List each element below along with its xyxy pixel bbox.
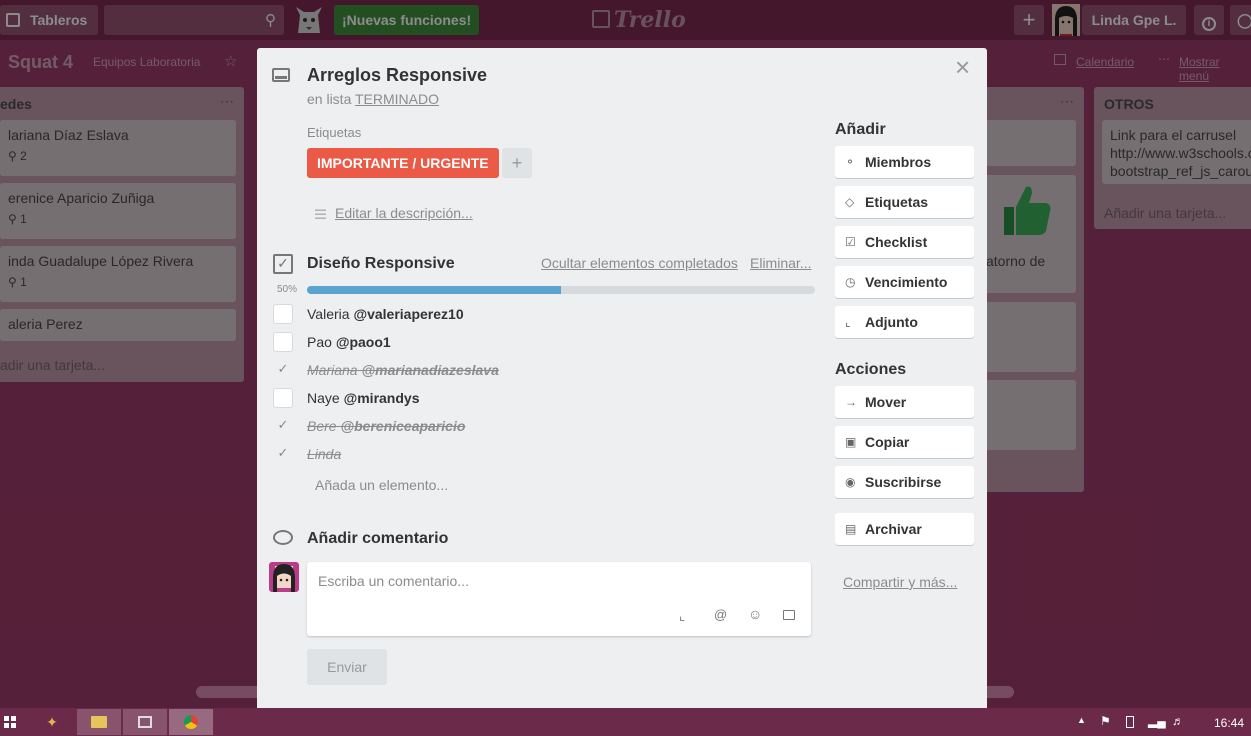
checklist-button[interactable]: ☑ Checklist [835,226,974,258]
comment-icon [273,530,293,545]
actions-heading: Acciones [835,361,907,378]
checklist-item[interactable]: Naye @mirandys [307,390,419,406]
send-button[interactable]: Enviar [307,649,387,685]
archive-icon: ▤ [845,522,857,536]
windows-icon [4,716,16,728]
app-icon: ✦ [46,714,58,730]
due-date-button[interactable]: ◷ Vencimiento [835,266,974,298]
taskbar-file-explorer[interactable] [77,709,121,735]
clock-time[interactable]: 16:44 [1214,716,1244,730]
progress-fill [307,286,561,294]
paperclip-icon: ⌞ [845,315,851,329]
labels-heading: Etiquetas [307,125,362,140]
volume-icon[interactable]: ♬ [1172,714,1184,728]
tag-icon: ◇ [845,195,855,209]
label-badge[interactable]: IMPORTANTE / URGENTE [307,148,499,178]
close-icon[interactable]: × [955,54,970,80]
tray-up-icon[interactable]: ▲ [1077,715,1086,725]
members-button[interactable]: ⚬ Miembros [835,146,974,178]
progress-bar [307,286,815,294]
clock-icon: ◷ [845,275,856,289]
add-heading: Añadir [835,121,886,138]
taskbar-chrome[interactable] [169,709,213,735]
card-title[interactable]: Arreglos Responsive [307,65,487,86]
checklist-checkbox[interactable] [273,332,293,352]
checklist-item[interactable]: Bere @bereniceaparicio [307,418,465,434]
comment-heading: Añadir comentario [307,530,449,547]
copy-icon: ▣ [845,435,857,449]
subscribe-button[interactable]: ◉ Suscribirse [835,466,974,498]
flag-icon[interactable]: ⚑ [1100,714,1111,728]
checklist-title[interactable]: Diseño Responsive [307,255,455,273]
taskbar: ✦ ▲ ⚑ ▂▄ ♬ 16:44 [0,708,1251,736]
taskbar-app-1[interactable]: ✦ [30,709,74,735]
taskbar-app-3[interactable] [123,709,167,735]
folder-icon [91,716,107,728]
card-icon [272,68,290,82]
add-label-button[interactable]: + [502,148,532,178]
checklist-icon: ✓ [273,254,293,274]
checklist-item[interactable]: Pao @paoo1 [307,334,391,350]
arrow-right-icon: → [845,395,857,409]
list-link[interactable]: TERMINADO [355,91,439,107]
delete-checklist-link[interactable]: Eliminar... [750,255,811,271]
mention-icon[interactable]: @ [714,607,727,622]
chrome-icon [184,715,198,729]
copy-button[interactable]: ▣ Copiar [835,426,974,458]
card-detail-modal: Arreglos Responsive en lista TERMINADO ×… [257,48,987,708]
card-link-icon[interactable] [783,610,795,620]
comment-avatar[interactable] [269,562,299,592]
signal-icon[interactable]: ▂▄ [1148,714,1166,728]
person-icon: ⚬ [845,155,856,169]
add-item-link[interactable]: Añada un elemento... [315,477,448,493]
start-button[interactable] [0,709,20,735]
archive-button[interactable]: ▤ Archivar [835,513,974,545]
emoji-icon[interactable]: ☺ [748,606,762,622]
attachment-icon[interactable]: ⌞ [679,608,685,624]
checklist-checkbox[interactable]: ✓ [273,416,293,436]
attachment-button[interactable]: ⌞ Adjunto [835,306,974,338]
checklist-checkbox[interactable]: ✓ [273,360,293,380]
checklist-icon: ☑ [845,235,856,249]
checklist-checkbox[interactable] [273,388,293,408]
window-icon [138,716,152,728]
share-link[interactable]: Compartir y más... [843,574,957,590]
progress-percent: 50% [277,284,298,295]
checklist-checkbox[interactable]: ✓ [273,444,293,464]
eye-icon: ◉ [845,475,856,489]
battery-icon[interactable] [1126,716,1134,728]
edit-description-link[interactable]: Editar la descripción... [335,205,473,221]
checklist-checkbox[interactable] [273,304,293,324]
hide-completed-link[interactable]: Ocultar elementos completados [541,255,738,271]
move-button[interactable]: → Mover [835,386,974,418]
description-icon: — — — [315,204,326,224]
comment-input[interactable]: Escriba un comentario... ⌞ @ ☺ [307,562,811,636]
header-overlay [0,0,1251,40]
labels-button[interactable]: ◇ Etiquetas [835,186,974,218]
in-list-text: en lista TERMINADO [307,91,439,107]
checklist-item[interactable]: Mariana @marianadiazeslava [307,362,499,378]
comment-placeholder: Escriba un comentario... [318,573,469,589]
checklist-item[interactable]: Linda [307,446,341,462]
checklist-item[interactable]: Valeria @valeriaperez10 [307,306,464,322]
